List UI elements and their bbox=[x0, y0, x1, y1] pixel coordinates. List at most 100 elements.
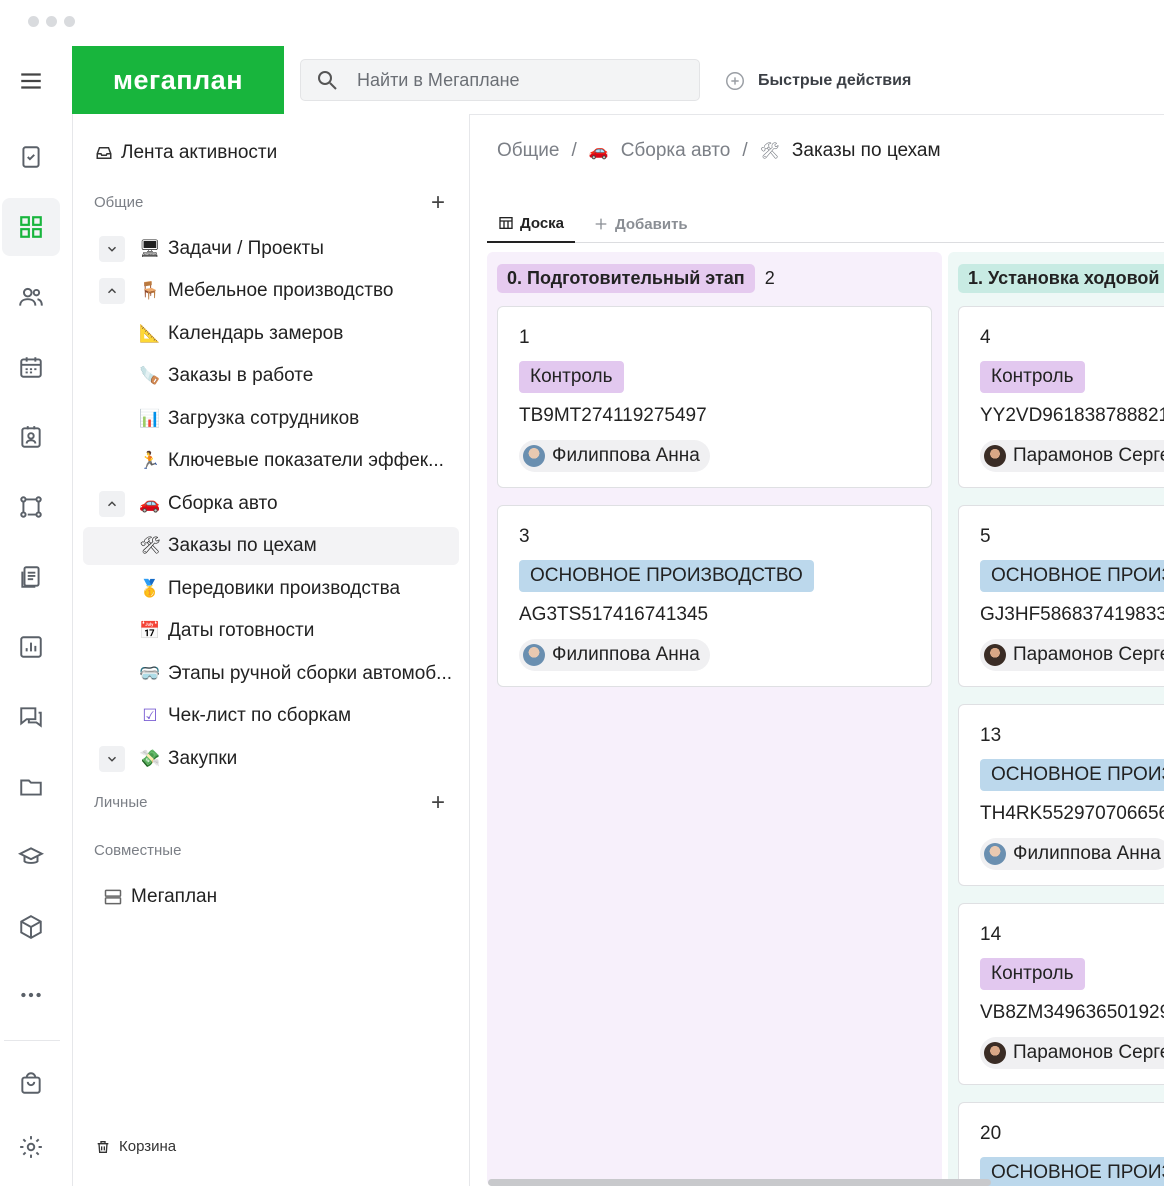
card-number: 13 bbox=[980, 725, 1002, 746]
sidebar-item-best-workers[interactable]: 🥇 Передовики производства bbox=[83, 570, 459, 608]
tab-add-label: Добавить bbox=[615, 215, 688, 233]
kanban-card[interactable]: 3 ОСНОВНОЕ ПРОИЗВОДСТВО AG3TS51741674134… bbox=[497, 505, 932, 687]
megaplan-logo[interactable]: мегаплан bbox=[72, 46, 284, 114]
window-dot-1 bbox=[28, 16, 39, 27]
sidebar-item-purchases[interactable]: 💸 Закупки bbox=[83, 740, 459, 778]
chair-icon: 🪑 bbox=[139, 281, 161, 300]
sidebar-item-staff-load[interactable]: 📊 Загрузка сотрудников bbox=[83, 400, 459, 438]
tab-add[interactable]: Добавить bbox=[593, 205, 688, 243]
people-icon[interactable] bbox=[2, 268, 60, 326]
car-icon: 🚗 bbox=[139, 494, 161, 513]
card-assignee[interactable]: Парамонов Серге bbox=[980, 639, 1164, 671]
sidebar-item-label: Задачи / Проекты bbox=[168, 238, 324, 259]
runner-icon: 🏃 bbox=[139, 451, 161, 470]
calendar-icon[interactable] bbox=[2, 338, 60, 396]
assignee-name: Филиппова Анна bbox=[552, 445, 700, 466]
add-general-button[interactable]: + bbox=[427, 191, 449, 215]
board-icon bbox=[499, 217, 513, 229]
card-number: 3 bbox=[519, 526, 530, 547]
search-input[interactable] bbox=[357, 69, 677, 91]
money-icon: 💸 bbox=[139, 749, 161, 768]
breadcrumb: Общие / 🚗 Сборка авто / 🛠 Заказы по цеха… bbox=[497, 140, 941, 162]
shop-icon[interactable] bbox=[2, 1054, 60, 1112]
more-icon[interactable] bbox=[2, 966, 60, 1024]
tools-icon: 🛠 bbox=[139, 536, 161, 555]
icon-rail bbox=[0, 46, 62, 1186]
sidebar-item-kpi[interactable]: 🏃 Ключевые показатели эффек... bbox=[83, 442, 459, 480]
sidebar-item-label: Даты готовности bbox=[168, 620, 315, 641]
menu-icon[interactable] bbox=[2, 52, 60, 110]
sidebar-item-manual-assembly[interactable]: 🥽 Этапы ручной сборки автомоб... bbox=[83, 655, 459, 693]
chevron-up-icon[interactable] bbox=[99, 278, 125, 304]
chat-icon[interactable] bbox=[2, 688, 60, 746]
horizontal-scrollbar[interactable] bbox=[488, 1179, 991, 1186]
avatar bbox=[984, 644, 1006, 666]
card-tag: ОСНОВНОЕ ПРОИЗВ bbox=[980, 1157, 1164, 1186]
kanban-card[interactable]: 14 Контроль VB8ZM349636501929 Парамонов … bbox=[958, 903, 1164, 1085]
tab-board-label: Доска bbox=[520, 214, 565, 232]
workflow-icon[interactable] bbox=[2, 478, 60, 536]
bar-chart-icon: 📊 bbox=[139, 409, 161, 428]
sidebar-item-ready-dates[interactable]: 📅 Даты готовности bbox=[83, 612, 459, 650]
card-number: 20 bbox=[980, 1123, 1002, 1144]
card-code: YY2VD961838788821 bbox=[980, 405, 1164, 426]
sidebar-item-furniture[interactable]: 🪑 Мебельное производство bbox=[83, 272, 459, 310]
kanban-card[interactable]: 13 ОСНОВНОЕ ПРОИЗВ TH4RK552970706656 Фил… bbox=[958, 704, 1164, 886]
sidebar-item-calendar-measures[interactable]: 📐 Календарь замеров bbox=[83, 315, 459, 353]
sidebar-item-car-assembly[interactable]: 🚗 Сборка авто bbox=[83, 485, 459, 523]
card-assignee[interactable]: Парамонов Серге bbox=[980, 1037, 1164, 1069]
calendar-emoji-icon: 📅 bbox=[139, 621, 161, 640]
section-general: Общие bbox=[94, 194, 144, 211]
card-tag: Контроль bbox=[980, 361, 1085, 393]
card-code: TB9MT274119275497 bbox=[519, 405, 707, 426]
sidebar-item-megaplan[interactable]: Мегаплан bbox=[91, 878, 467, 916]
kanban-card[interactable]: 4 Контроль YY2VD961838788821 Парамонов С… bbox=[958, 306, 1164, 488]
settings-icon[interactable] bbox=[2, 1118, 60, 1176]
card-number: 5 bbox=[980, 526, 991, 547]
plus-icon bbox=[595, 218, 607, 230]
contacts-icon[interactable] bbox=[2, 408, 60, 466]
chevron-down-icon[interactable] bbox=[99, 746, 125, 772]
card-assignee[interactable]: Филиппова Анна bbox=[519, 440, 710, 472]
sidebar-item-label: Закупки bbox=[168, 748, 238, 769]
sidebar-item-workshop-orders[interactable]: 🛠 Заказы по цехам bbox=[83, 527, 459, 565]
sidebar-item-label: Календарь замеров bbox=[168, 323, 344, 344]
sidebar: Лента активности Общие + 🖥 Задачи / Прое… bbox=[72, 114, 470, 1186]
activity-feed-link[interactable]: Лента активности bbox=[95, 142, 277, 164]
card-tag: Контроль bbox=[519, 361, 624, 393]
sidebar-item-tasks-projects[interactable]: 🖥 Задачи / Проекты bbox=[83, 230, 459, 268]
boards-icon[interactable] bbox=[2, 198, 60, 256]
trash-link[interactable]: Корзина bbox=[95, 1138, 176, 1155]
card-assignee[interactable]: Филиппова Анна bbox=[980, 838, 1164, 870]
tasks-icon[interactable] bbox=[2, 128, 60, 186]
kanban-card[interactable]: 1 Контроль TB9MT274119275497 Филиппова А… bbox=[497, 306, 932, 488]
folder-icon[interactable] bbox=[2, 758, 60, 816]
quick-actions-button[interactable]: Быстрые действия bbox=[724, 70, 911, 92]
box-icon[interactable] bbox=[2, 898, 60, 956]
sidebar-item-label: Передовики производства bbox=[168, 578, 401, 599]
card-assignee[interactable]: Парамонов Серге bbox=[980, 440, 1164, 472]
activity-feed-label: Лента активности bbox=[121, 142, 278, 163]
section-shared: Совместные bbox=[94, 842, 182, 859]
card-assignee[interactable]: Филиппова Анна bbox=[519, 639, 710, 671]
add-personal-button[interactable]: + bbox=[427, 791, 449, 815]
sidebar-item-checklist[interactable]: ☑ Чек-лист по сборкам bbox=[83, 697, 459, 735]
card-tag: Контроль bbox=[980, 958, 1085, 990]
reports-icon[interactable] bbox=[2, 618, 60, 676]
chevron-down-icon[interactable] bbox=[99, 236, 125, 262]
breadcrumb-parent[interactable]: Сборка авто bbox=[621, 140, 731, 162]
avatar bbox=[984, 843, 1006, 865]
documents-icon[interactable] bbox=[2, 548, 60, 606]
column-title[interactable]: 1. Установка ходовой ч bbox=[958, 264, 1164, 293]
kanban-card[interactable]: 20 ОСНОВНОЕ ПРОИЗВ bbox=[958, 1102, 1164, 1186]
sidebar-item-label: Заказы в работе bbox=[168, 365, 314, 386]
tab-board[interactable]: Доска bbox=[487, 205, 576, 243]
chevron-up-icon[interactable] bbox=[99, 491, 125, 517]
kanban-card[interactable]: 5 ОСНОВНОЕ ПРОИЗВ GJ3HF586837419833 Пара… bbox=[958, 505, 1164, 687]
breadcrumb-root[interactable]: Общие bbox=[497, 140, 559, 162]
search-box[interactable] bbox=[300, 59, 700, 101]
sidebar-item-orders-in-work[interactable]: 🪚 Заказы в работе bbox=[83, 357, 459, 395]
server-icon bbox=[103, 887, 123, 907]
column-title[interactable]: 0. Подготовительный этап bbox=[497, 264, 755, 293]
education-icon[interactable] bbox=[2, 828, 60, 886]
